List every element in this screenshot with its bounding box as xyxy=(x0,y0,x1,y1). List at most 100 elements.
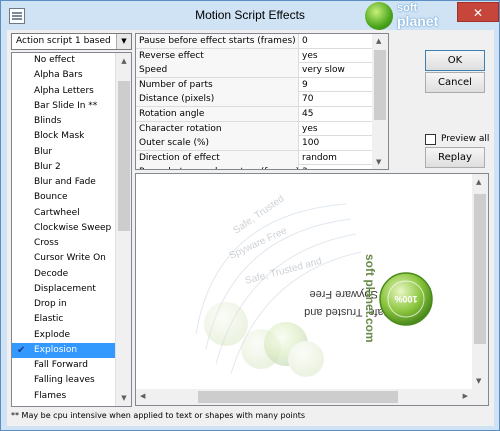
script-type-value: Action script 1 based xyxy=(16,36,111,46)
property-row[interactable]: Reverse effect yes xyxy=(136,48,374,64)
property-value[interactable]: very slow xyxy=(302,63,374,77)
list-item[interactable]: Cursor Write On xyxy=(12,251,116,266)
list-item-label: Bar Slide In ** xyxy=(34,100,98,111)
list-item[interactable]: Cartwheel xyxy=(12,206,116,221)
effect-properties-grid[interactable]: Pause before effect starts (frames) 0 Reve… xyxy=(135,33,389,170)
scroll-left-icon[interactable]: ◀ xyxy=(140,392,145,400)
effects-list[interactable]: No effect Alpha Bars Alpha Letters Bar Slid… xyxy=(11,52,132,407)
property-row[interactable]: Rotation angle 45 xyxy=(136,107,374,122)
list-item-label: Drop in xyxy=(34,299,67,309)
list-item-label: Explosion xyxy=(34,344,78,355)
list-item[interactable]: Float to Center xyxy=(12,404,116,407)
dialog-client: Action script 1 based ▼ No effect Alpha B… xyxy=(7,30,494,426)
list-item-label: Cross xyxy=(34,238,59,248)
list-item[interactable]: Blur xyxy=(12,145,116,160)
scroll-down-icon[interactable]: ▼ xyxy=(376,158,381,166)
preview-vertical-scrollbar[interactable]: ▲ ▼ xyxy=(472,174,488,389)
title-bar[interactable]: Motion Script Effects soft planet ✕ xyxy=(1,1,499,30)
properties-scrollbar[interactable]: ▲ ▼ xyxy=(372,34,388,169)
list-item[interactable]: Falling leaves xyxy=(12,373,116,388)
chevron-down-icon[interactable]: ▼ xyxy=(116,34,131,49)
list-item-label: Bounce xyxy=(34,192,68,203)
list-item-label: Cursor Write On xyxy=(34,253,106,264)
property-row[interactable]: Character rotation yes xyxy=(136,121,374,137)
logo-line-2: planet xyxy=(397,13,439,29)
property-name: Rotation angle xyxy=(136,107,299,121)
list-item[interactable]: Flames xyxy=(12,389,116,404)
badge-percent: 100% xyxy=(394,294,417,304)
list-item[interactable]: Explode xyxy=(12,328,116,343)
property-row[interactable]: Distance (pixels) 70 xyxy=(136,92,374,107)
effects-list-scrollbar[interactable]: ▲ ▼ xyxy=(115,53,131,406)
scroll-thumb[interactable] xyxy=(474,194,486,344)
scroll-up-icon[interactable]: ▲ xyxy=(376,37,381,45)
list-item[interactable]: Displacement xyxy=(12,282,116,297)
property-name: Direction of effect xyxy=(136,150,299,165)
list-item[interactable]: Elastic xyxy=(12,312,116,327)
list-item[interactable]: Block Mask xyxy=(12,129,116,144)
property-row[interactable]: Pause before effect starts (frames) 0 xyxy=(136,34,374,49)
script-type-dropdown[interactable]: Action script 1 based ▼ xyxy=(11,33,132,50)
scroll-up-icon[interactable]: ▲ xyxy=(116,53,131,69)
property-name: Character rotation xyxy=(136,121,299,136)
checkmark-icon: ✔ xyxy=(17,344,26,356)
property-value[interactable]: 45 xyxy=(302,107,374,121)
preview-all-label: Preview all xyxy=(441,134,490,144)
property-value[interactable]: 100 xyxy=(302,136,374,150)
property-value[interactable]: yes xyxy=(302,49,374,63)
list-item[interactable]: Alpha Bars xyxy=(12,68,116,83)
list-item-label: Alpha Bars xyxy=(34,70,83,81)
list-item[interactable]: Bar Slide In ** xyxy=(12,99,116,114)
list-item[interactable]: Cross xyxy=(12,236,116,251)
property-row[interactable]: Outer scale (%) 100 xyxy=(136,136,374,151)
list-item[interactable]: ✔ Explosion xyxy=(12,342,116,358)
property-value[interactable]: 3 xyxy=(302,165,374,169)
motion-script-effects-window: Motion Script Effects soft planet ✕ Acti… xyxy=(0,0,500,431)
cancel-button[interactable]: Cancel xyxy=(425,72,485,93)
preview-all-checkbox[interactable] xyxy=(425,134,436,145)
property-row[interactable]: Speed very slow xyxy=(136,63,374,78)
list-item[interactable]: No effect xyxy=(12,53,116,68)
list-item-label: Float to Center xyxy=(34,406,101,407)
property-name: Reverse effect xyxy=(136,48,299,63)
list-item[interactable]: Bounce xyxy=(12,190,116,205)
property-name: Speed xyxy=(136,63,299,78)
property-row[interactable]: Number of parts 9 xyxy=(136,77,374,93)
scroll-thumb[interactable] xyxy=(118,81,130,231)
scroll-right-icon[interactable]: ▶ xyxy=(463,392,468,400)
list-item[interactable]: Alpha Letters xyxy=(12,84,116,99)
list-item[interactable]: Blur and Fade xyxy=(12,175,116,190)
scroll-down-icon[interactable]: ▼ xyxy=(476,377,481,385)
scrollbar-corner xyxy=(472,389,488,405)
scroll-up-icon[interactable]: ▲ xyxy=(476,178,481,186)
scroll-thumb[interactable] xyxy=(198,391,398,403)
property-value[interactable]: yes xyxy=(302,122,374,136)
property-value[interactable]: 0 xyxy=(302,34,374,48)
property-value[interactable]: 9 xyxy=(302,78,374,92)
list-item[interactable]: Clockwise Sweep xyxy=(12,221,116,236)
property-value[interactable]: random xyxy=(302,151,374,165)
property-row[interactable]: Direction of effect random xyxy=(136,150,374,166)
close-button[interactable]: ✕ xyxy=(457,2,499,22)
list-item-label: Alpha Letters xyxy=(34,85,94,96)
property-value[interactable]: 70 xyxy=(302,92,374,106)
svg-text:Safe, Trusted and: Safe, Trusted and xyxy=(244,256,323,287)
property-row[interactable]: Pause between characters (frames)3 xyxy=(136,165,374,169)
list-item[interactable]: Fall Forward xyxy=(12,358,116,373)
list-item[interactable]: Blur 2 xyxy=(12,160,116,175)
list-item-label: No effect xyxy=(34,55,75,65)
list-item[interactable]: Drop in xyxy=(12,297,116,312)
effect-preview-pane: Safe, Trusted Spyware Free Safe, Trusted… xyxy=(135,173,489,406)
replay-button[interactable]: Replay xyxy=(425,147,485,168)
list-item[interactable]: Blinds xyxy=(12,114,116,129)
list-item[interactable]: Decode xyxy=(12,267,116,282)
list-item-label: Blur 2 xyxy=(34,161,61,172)
property-name: Distance (pixels) xyxy=(136,92,299,107)
property-name: Number of parts xyxy=(136,77,299,92)
scroll-thumb[interactable] xyxy=(374,50,386,120)
scroll-down-icon[interactable]: ▼ xyxy=(116,390,131,406)
list-item-label: Blinds xyxy=(34,116,62,126)
ok-button[interactable]: OK xyxy=(425,50,485,71)
preview-horizontal-scrollbar[interactable]: ◀ ▶ xyxy=(136,389,472,405)
property-name: Pause between characters (frames) xyxy=(136,165,299,169)
